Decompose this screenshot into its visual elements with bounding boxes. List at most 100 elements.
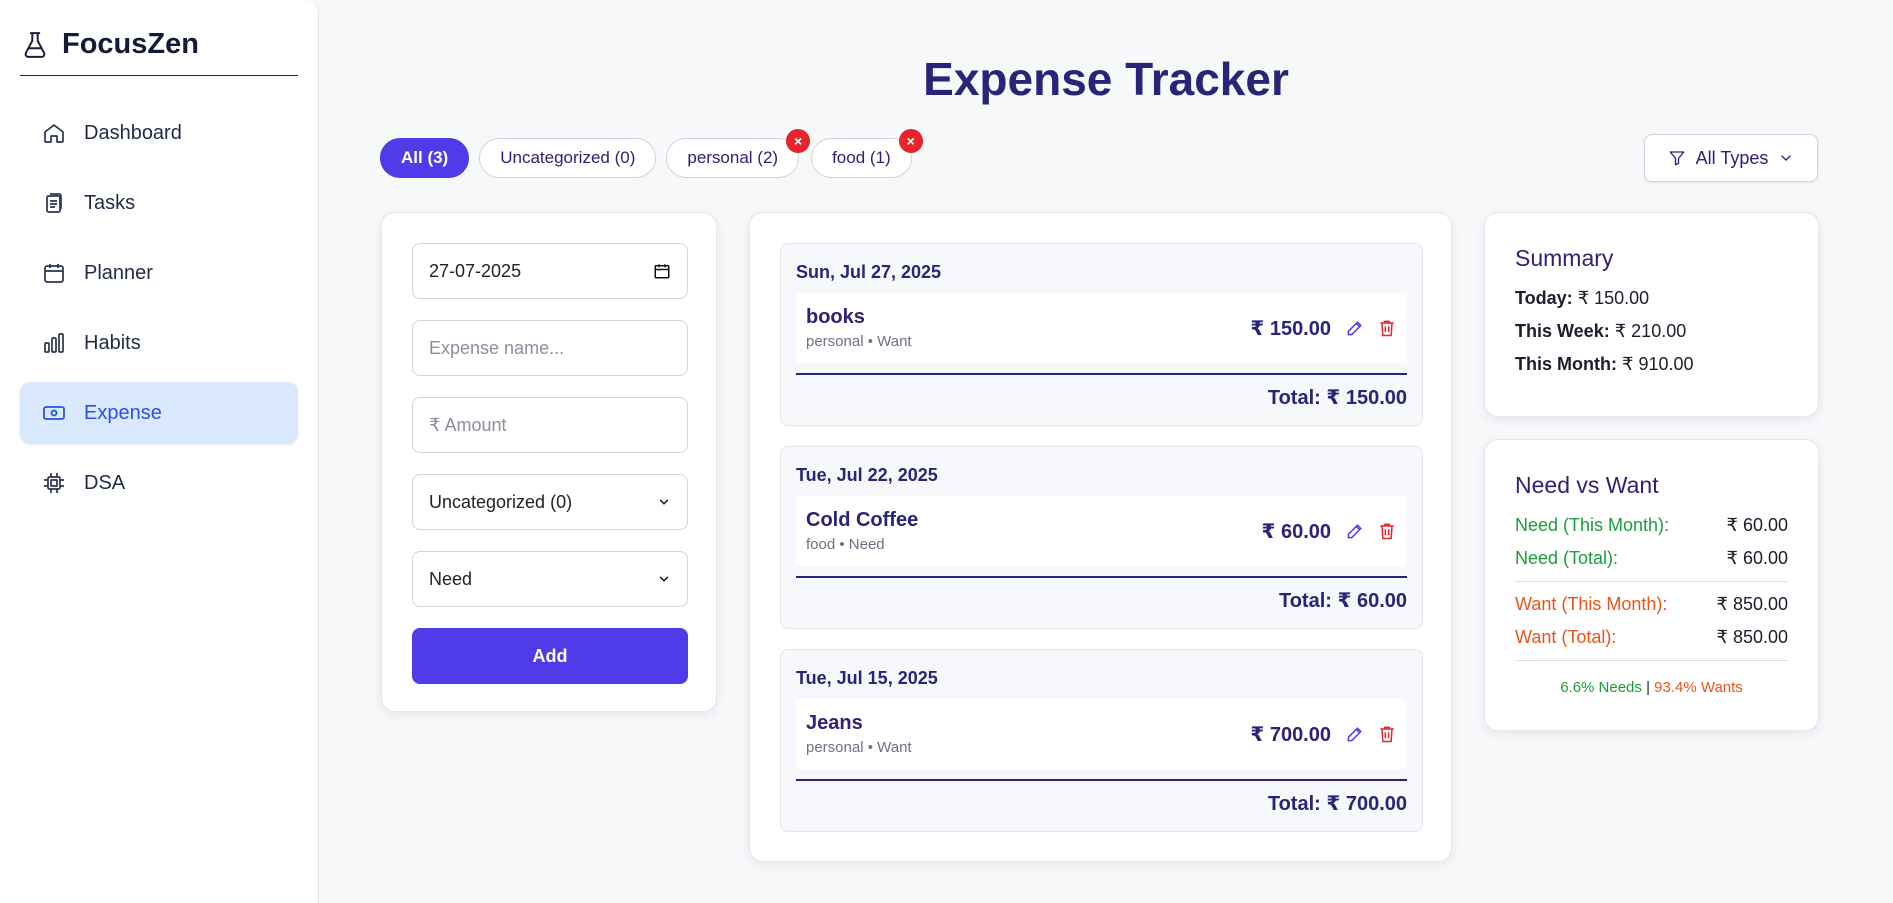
trash-icon[interactable] xyxy=(1377,521,1397,541)
chip-all[interactable]: All (3) xyxy=(380,138,470,178)
sidebar-item-expense[interactable]: Expense xyxy=(20,382,298,444)
chip-label: All (3) xyxy=(401,148,449,167)
sidebar-item-dsa[interactable]: DSA xyxy=(20,452,298,514)
bar-chart-icon xyxy=(44,333,64,353)
chip-label: Uncategorized (0) xyxy=(500,148,636,167)
day-group: Tue, Jul 22, 2025 Cold Coffee food • Nee… xyxy=(780,446,1423,629)
edit-icon[interactable] xyxy=(1345,318,1365,338)
sidebar: FocusZen Dashboard Tasks Planner Habits … xyxy=(0,0,319,903)
day-total: Total: ₹ 700.00 xyxy=(1267,792,1407,815)
cash-icon xyxy=(43,406,65,420)
amount-placeholder: ₹ Amount xyxy=(429,414,507,435)
page-title: Expense Tracker xyxy=(923,53,1289,105)
chip-personal[interactable]: personal (2) × xyxy=(666,129,811,178)
trash-icon[interactable] xyxy=(1377,318,1397,338)
remove-category-icon[interactable]: × xyxy=(786,129,811,153)
calendar-icon[interactable] xyxy=(653,262,671,280)
brand[interactable]: FocusZen xyxy=(20,22,298,76)
day-date: Sun, Jul 27, 2025 xyxy=(796,262,942,282)
expense-item: Jeans personal • Want ₹ 700.00 xyxy=(796,699,1407,769)
summary-card: Summary Today: ₹ 150.00 This Week: ₹ 210… xyxy=(1484,212,1819,417)
type-filter-dropdown[interactable]: All Types xyxy=(1644,134,1818,182)
add-expense-form: 27-07-2025 Expense name... ₹ Amount Unca… xyxy=(381,212,717,712)
chevron-down-icon xyxy=(659,499,669,505)
day-date: Tue, Jul 22, 2025 xyxy=(796,465,938,485)
chip-uncategorized[interactable]: Uncategorized (0) xyxy=(479,138,657,178)
ratio-separator: | xyxy=(1646,679,1650,696)
want-month-label: Want (This Month): xyxy=(1515,594,1668,614)
expense-amount: ₹ 150.00 xyxy=(1250,317,1331,340)
day-date: Tue, Jul 15, 2025 xyxy=(796,668,938,688)
need-month-label: Need (This Month): xyxy=(1515,515,1670,535)
want-month-row: Want (This Month): ₹ 850.00 xyxy=(1515,594,1788,615)
trash-icon[interactable] xyxy=(1377,724,1397,744)
divider xyxy=(1515,581,1788,582)
edit-icon[interactable] xyxy=(1345,724,1365,744)
type-select[interactable]: Need xyxy=(412,551,688,607)
expense-name: books xyxy=(806,306,865,328)
sidebar-item-label: Dashboard xyxy=(84,121,182,144)
want-total-label: Want (Total): xyxy=(1515,627,1617,647)
sidebar-item-label: Tasks xyxy=(84,191,136,214)
summary-title: Summary xyxy=(1515,245,1614,271)
needs-percent: 6.6% Needs xyxy=(1560,679,1642,696)
need-month-row: Need (This Month): ₹ 60.00 xyxy=(1515,515,1788,536)
app-name: FocusZen xyxy=(62,28,199,60)
sidebar-item-label: Expense xyxy=(84,401,162,424)
date-input[interactable]: 27-07-2025 xyxy=(412,243,688,299)
summary-value: ₹ 210.00 xyxy=(1614,321,1687,341)
add-button[interactable]: Add xyxy=(412,628,688,684)
category-select[interactable]: Uncategorized (0) xyxy=(412,474,688,530)
expense-item: Cold Coffee food • Need ₹ 60.00 xyxy=(796,496,1407,566)
need-vs-want-card: Need vs Want Need (This Month): ₹ 60.00 … xyxy=(1484,439,1819,731)
expense-meta: personal • Want xyxy=(806,739,912,756)
remove-category-icon[interactable]: × xyxy=(898,129,923,153)
calendar-icon xyxy=(44,264,64,283)
sidebar-item-habits[interactable]: Habits xyxy=(20,312,298,374)
need-month-value: ₹ 60.00 xyxy=(1726,515,1789,535)
main-content: Expense Tracker All (3) Uncategorized (0… xyxy=(319,0,1893,903)
day-total: Total: ₹ 150.00 xyxy=(1267,386,1407,409)
summary-week: This Week: ₹ 210.00 xyxy=(1515,321,1788,342)
sidebar-item-planner[interactable]: Planner xyxy=(20,242,298,304)
need-total-label: Need (Total): xyxy=(1515,548,1619,568)
summary-value: ₹ 150.00 xyxy=(1577,288,1650,308)
expense-name: Cold Coffee xyxy=(806,509,919,531)
chevron-down-icon xyxy=(1781,155,1792,161)
chip-food[interactable]: food (1) × xyxy=(811,129,923,178)
chevron-down-icon xyxy=(659,576,669,582)
wants-percent: 93.4% Wants xyxy=(1654,679,1743,696)
expense-name: Jeans xyxy=(806,712,863,734)
summary-label: Today: xyxy=(1515,288,1573,308)
chip-label: personal (2) xyxy=(687,148,779,167)
home-icon xyxy=(44,124,64,143)
chip-icon xyxy=(44,473,64,493)
category-filter-chips: All (3) Uncategorized (0) personal (2) ×… xyxy=(380,129,923,178)
want-month-value: ₹ 850.00 xyxy=(1716,594,1788,614)
summary-value: ₹ 910.00 xyxy=(1622,354,1694,374)
summary-today: Today: ₹ 150.00 xyxy=(1515,288,1788,309)
day-total: Total: ₹ 60.00 xyxy=(1278,589,1407,612)
clipboard-icon xyxy=(46,193,62,213)
flask-icon xyxy=(24,31,46,58)
sidebar-item-tasks[interactable]: Tasks xyxy=(20,172,298,234)
sidebar-item-dashboard[interactable]: Dashboard xyxy=(20,102,298,164)
amount-input[interactable]: ₹ Amount xyxy=(412,397,688,453)
expense-meta: food • Need xyxy=(806,536,885,553)
type-filter-label: All Types xyxy=(1695,147,1769,168)
day-group: Sun, Jul 27, 2025 books personal • Want … xyxy=(780,243,1423,426)
day-group: Tue, Jul 15, 2025 Jeans personal • Want … xyxy=(780,649,1423,832)
filter-icon xyxy=(1669,151,1685,166)
divider xyxy=(1515,660,1788,661)
expense-meta: personal • Want xyxy=(806,333,912,350)
need-want-ratio: 6.6% Needs | 93.4% Wants xyxy=(1515,679,1788,696)
sidebar-item-label: Habits xyxy=(84,331,141,354)
need-total-row: Need (Total): ₹ 60.00 xyxy=(1515,548,1788,569)
expense-item: books personal • Want ₹ 150.00 xyxy=(796,293,1407,363)
expense-name-placeholder: Expense name... xyxy=(429,337,565,358)
expense-amount: ₹ 700.00 xyxy=(1250,723,1331,746)
expense-name-input[interactable]: Expense name... xyxy=(412,320,688,376)
sidebar-item-label: DSA xyxy=(84,471,126,494)
edit-icon[interactable] xyxy=(1345,521,1365,541)
sidebar-item-label: Planner xyxy=(84,261,153,284)
